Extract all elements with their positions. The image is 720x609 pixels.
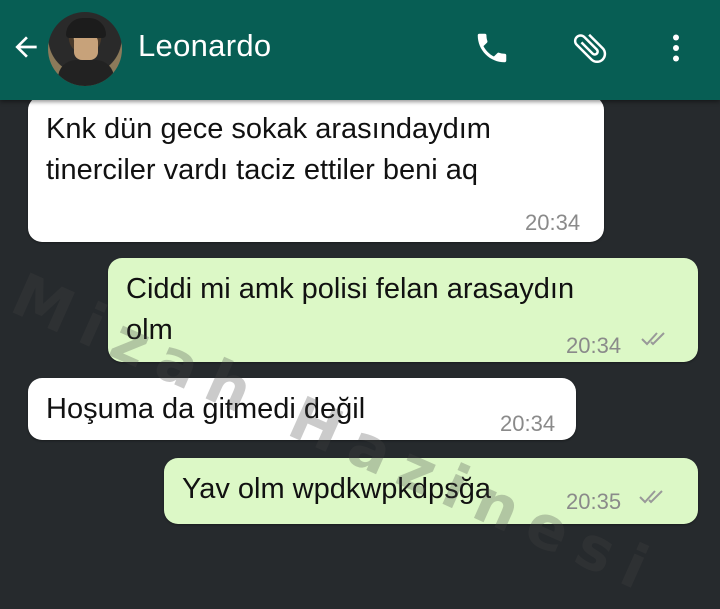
back-button[interactable] — [8, 29, 44, 65]
attach-button[interactable] — [570, 28, 610, 68]
message-outgoing[interactable]: Ciddi mi amk polisi felan arasaydın olm … — [108, 258, 698, 362]
message-text-line: tinerciler vardı taciz ettiler beni aq — [46, 154, 478, 186]
message-text-line: olm — [126, 314, 173, 346]
message-time: 20:35 — [566, 489, 622, 514]
contact-name[interactable]: Leonardo — [138, 28, 271, 64]
call-button[interactable] — [472, 28, 512, 68]
message-text-line: Ciddi mi amk polisi felan arasaydın — [126, 273, 575, 305]
message-outgoing[interactable]: Yav olm wpdkwpkdpsğa 20:35 — [164, 458, 698, 524]
read-receipt-icon — [639, 490, 663, 504]
message-incoming[interactable]: Hoşuma da gitmedi değil 20:34 — [28, 378, 576, 440]
chat-header: Leonardo — [0, 0, 720, 100]
menu-button[interactable] — [656, 28, 696, 68]
message-time: 20:34 — [566, 333, 622, 358]
read-receipt-icon — [641, 332, 665, 346]
message-text-line: Yav olm wpdkwpkdpsğa — [182, 473, 491, 505]
more-vertical-icon — [673, 34, 679, 62]
contact-avatar[interactable] — [48, 12, 122, 86]
arrow-left-icon — [15, 36, 37, 58]
paperclip-icon — [573, 33, 607, 64]
message-time: 20:34 — [500, 411, 556, 436]
message-incoming[interactable]: Knk dün gece sokak arasındaydım tinercil… — [28, 96, 604, 242]
message-time: 20:34 — [525, 210, 581, 235]
message-text-line: Hoşuma da gitmedi değil — [46, 393, 366, 425]
message-text-line: Knk dün gece sokak arasındaydım — [46, 113, 491, 145]
phone-icon — [477, 33, 507, 63]
